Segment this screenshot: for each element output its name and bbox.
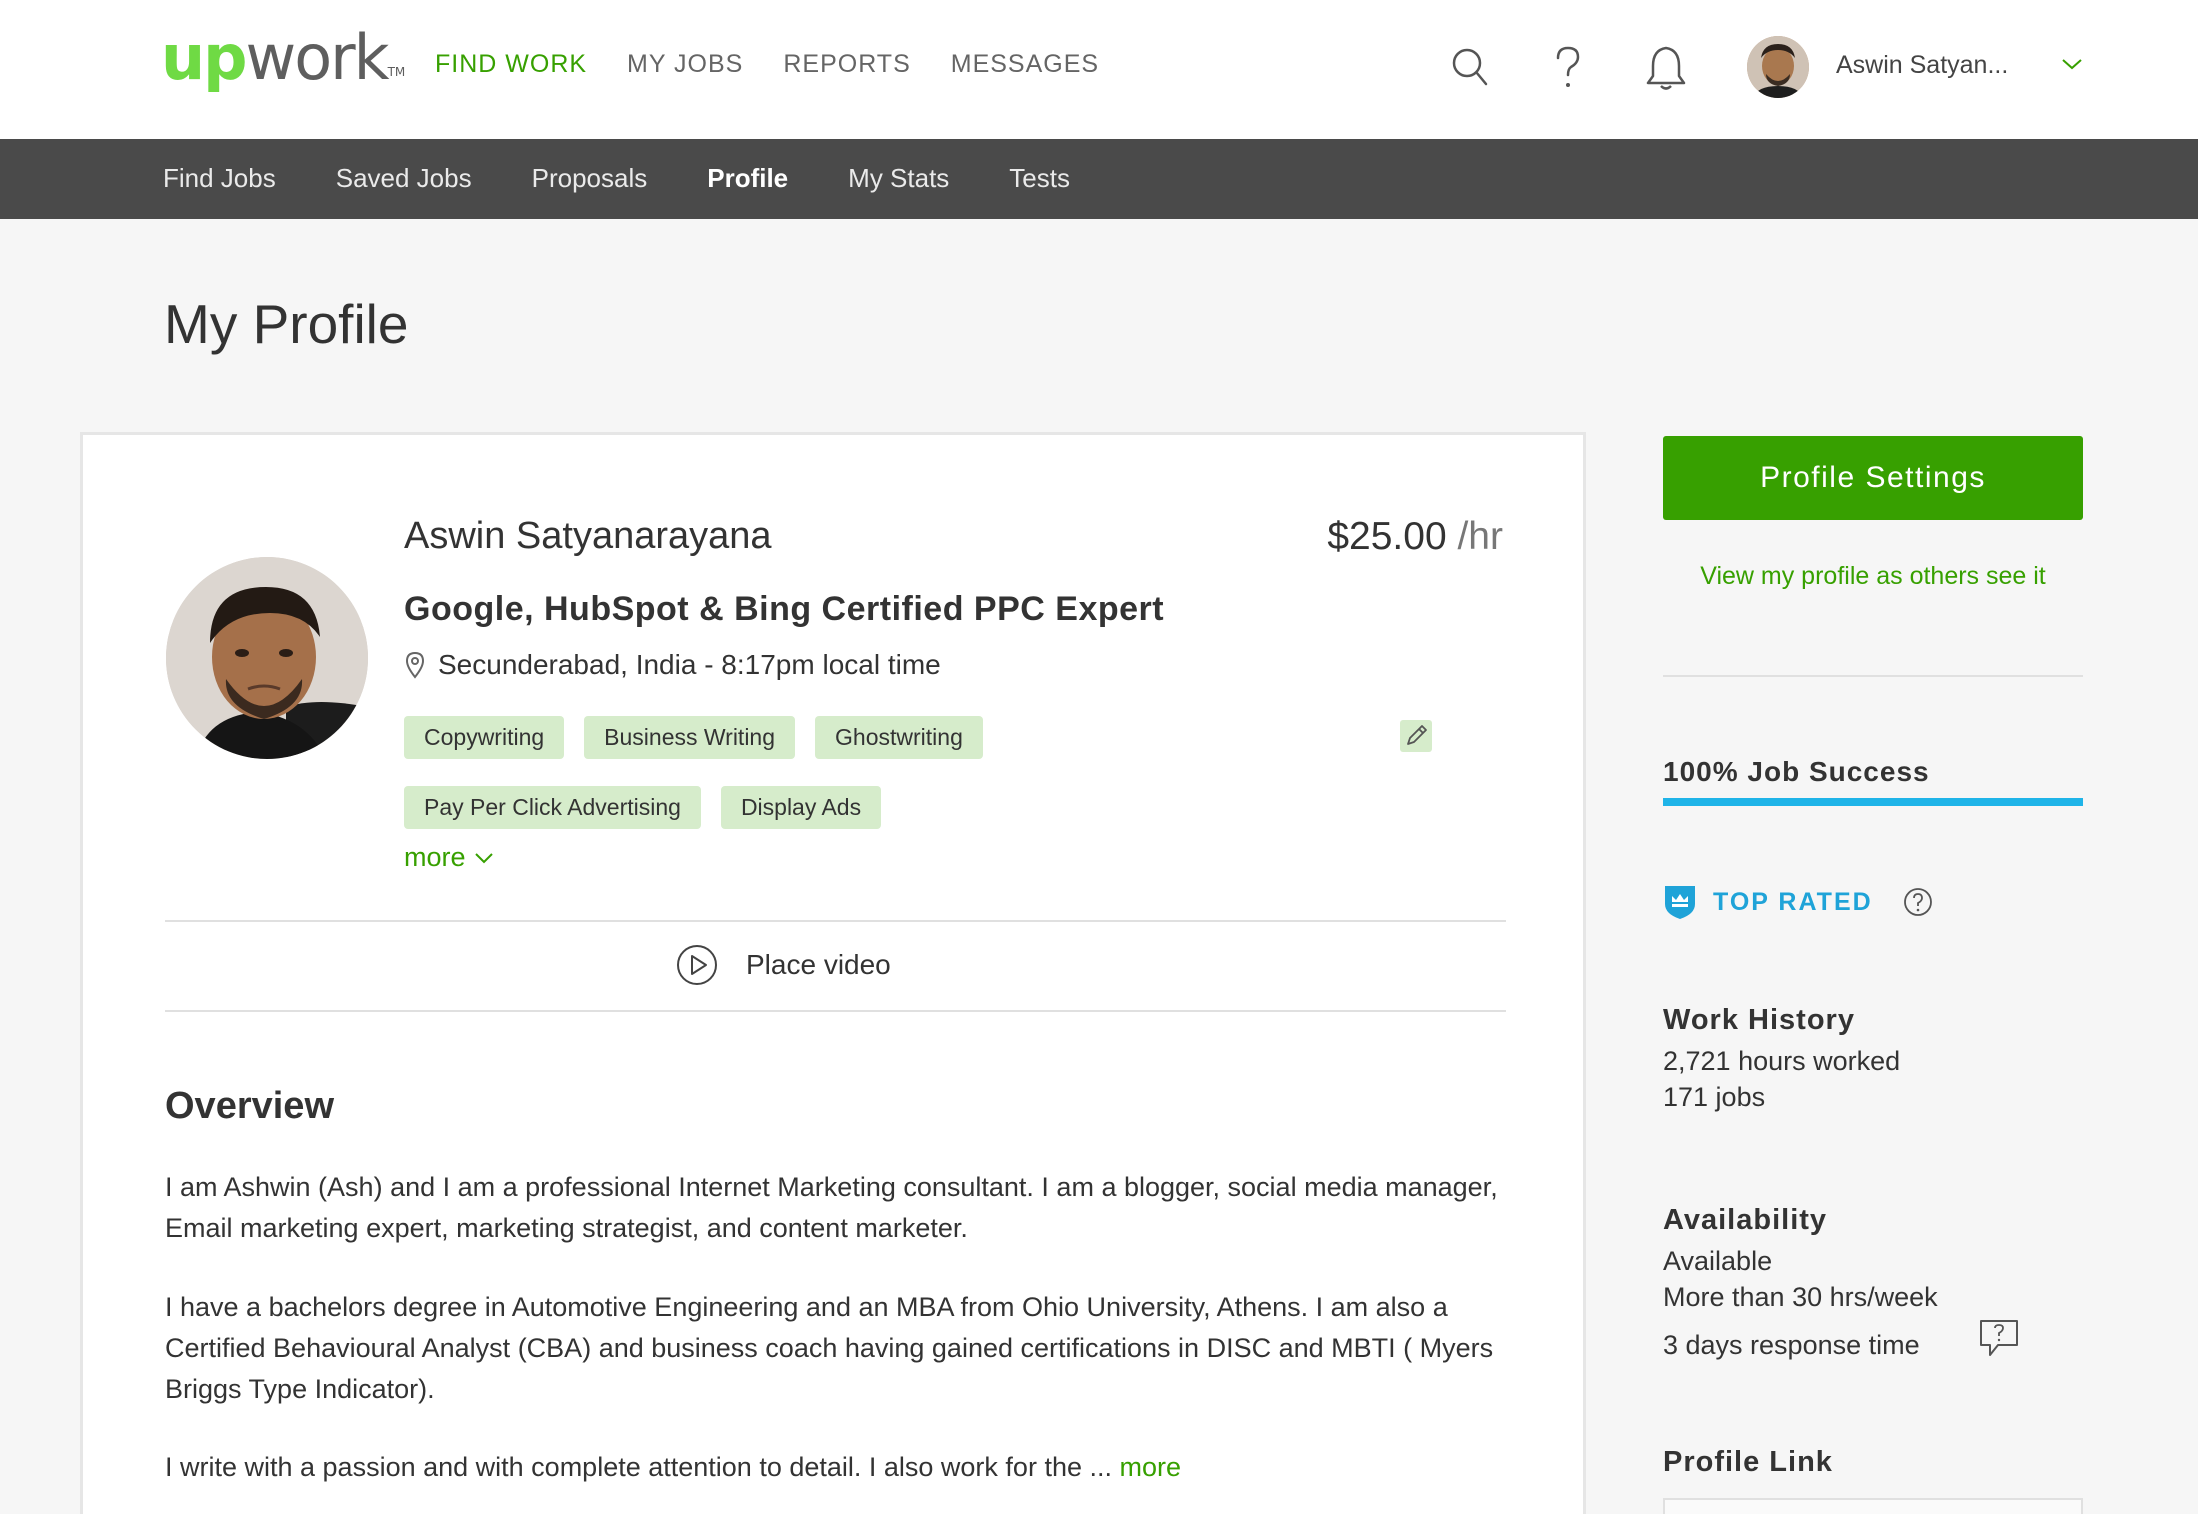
response-time: 3 days response time xyxy=(1663,1330,1920,1360)
subnav-my-stats[interactable]: My Stats xyxy=(848,163,949,194)
place-video-label: Place video xyxy=(746,949,891,980)
job-success-label: 100% Job Success xyxy=(1663,756,1930,787)
page-title: My Profile xyxy=(164,293,409,355)
top-navbar: upworkTM FIND WORK MY JOBS REPORTS MESSA… xyxy=(0,0,2198,139)
logo-up-text: up xyxy=(161,21,248,94)
play-icon xyxy=(677,945,717,985)
divider xyxy=(165,920,1506,922)
subnav-proposals[interactable]: Proposals xyxy=(532,163,648,194)
skill-tag[interactable]: Ghostwriting xyxy=(815,716,983,759)
freelancer-name: Aswin Satyanarayana xyxy=(404,515,772,557)
skill-tag[interactable]: Display Ads xyxy=(720,786,882,829)
overview-paragraph: I write with a passion and with complete… xyxy=(165,1447,1505,1488)
bell-icon[interactable] xyxy=(1644,42,1688,92)
job-success-fill xyxy=(1663,798,2083,806)
pencil-icon xyxy=(1407,725,1427,745)
skill-tag[interactable]: Copywriting xyxy=(404,716,565,759)
jobs-count: 171 jobs xyxy=(1663,1082,1766,1112)
subnav-profile[interactable]: Profile xyxy=(707,163,788,194)
top-rated-badge: TOP RATED xyxy=(1663,884,1933,920)
top-rated-shield-icon xyxy=(1665,886,1695,919)
nav-find-work[interactable]: FIND WORK xyxy=(435,50,587,79)
profile-link-title: Profile Link xyxy=(1663,1446,1833,1478)
view-profile-link[interactable]: View my profile as others see it xyxy=(1663,562,2083,591)
overview-title: Overview xyxy=(165,1085,334,1127)
nav-reports[interactable]: REPORTS xyxy=(783,50,910,79)
chevron-down-icon xyxy=(474,852,493,863)
profile-headline: Google, HubSpot & Bing Certified PPC Exp… xyxy=(404,590,1165,628)
subnav-saved-jobs[interactable]: Saved Jobs xyxy=(336,163,472,194)
job-success-bar xyxy=(1663,798,2083,806)
overview-paragraph-text: I write with a passion and with complete… xyxy=(165,1452,1112,1482)
chevron-down-icon[interactable] xyxy=(2060,56,2084,72)
main-nav: FIND WORK MY JOBS REPORTS MESSAGES xyxy=(435,50,1099,79)
nav-messages[interactable]: MESSAGES xyxy=(951,50,1099,79)
profile-link-field[interactable] xyxy=(1663,1498,2083,1514)
skill-tag[interactable]: Business Writing xyxy=(584,716,796,759)
rate-value: $25.00 xyxy=(1327,515,1447,558)
nav-my-jobs[interactable]: MY JOBS xyxy=(627,50,743,79)
profile-card: Aswin Satyanarayana $25.00 /hr Google, H… xyxy=(80,432,1586,1514)
skill-tag[interactable]: Pay Per Click Advertising xyxy=(404,786,701,829)
user-name[interactable]: Aswin Satyan... xyxy=(1836,51,2008,80)
help-circle-icon[interactable] xyxy=(1903,887,1933,917)
work-history-title: Work History xyxy=(1663,1004,1855,1036)
user-avatar[interactable] xyxy=(1747,36,1809,98)
more-skills-label: more xyxy=(404,842,466,872)
search-icon[interactable] xyxy=(1448,42,1492,92)
location-row: Secunderabad, India - 8:17pm local time xyxy=(404,649,941,681)
profile-settings-button[interactable]: Profile Settings xyxy=(1663,436,2083,520)
edit-skills-button[interactable] xyxy=(1400,720,1432,752)
overview-paragraph: I am Ashwin (Ash) and I am a professiona… xyxy=(165,1172,1498,1243)
sidebar-divider xyxy=(1663,675,2083,677)
overview-more-link[interactable]: more xyxy=(1112,1452,1181,1482)
skills-list: Copywriting Business Writing Ghostwritin… xyxy=(404,716,1104,829)
availability-title: Availability xyxy=(1663,1204,1828,1236)
subnav-find-jobs[interactable]: Find Jobs xyxy=(163,163,276,194)
logo-tm: TM xyxy=(387,65,406,79)
top-rated-label: TOP RATED xyxy=(1713,887,1873,916)
upwork-logo[interactable]: upworkTM xyxy=(161,22,405,94)
rate-unit: /hr xyxy=(1446,515,1503,558)
availability-status: Available xyxy=(1663,1246,1773,1276)
location-text: Secunderabad, India - 8:17pm local time xyxy=(438,649,941,680)
overview-paragraph: I have a bachelors degree in Automotive … xyxy=(165,1292,1494,1404)
hourly-rate: $25.00 /hr xyxy=(1327,515,1503,559)
response-time-help-icon[interactable] xyxy=(1978,1318,2020,1360)
hours-worked: 2,721 hours worked xyxy=(1663,1046,1901,1076)
divider xyxy=(165,1010,1506,1012)
subnav-tests[interactable]: Tests xyxy=(1009,163,1070,194)
place-video-button[interactable]: Place video xyxy=(676,944,891,986)
profile-photo[interactable] xyxy=(166,557,368,759)
help-icon[interactable] xyxy=(1546,42,1590,92)
sub-navbar: Find Jobs Saved Jobs Proposals Profile M… xyxy=(0,139,2198,219)
more-skills-link[interactable]: more xyxy=(404,842,494,873)
logo-work-text: work xyxy=(245,21,390,94)
availability-hours: More than 30 hrs/week xyxy=(1663,1282,1938,1312)
location-pin-icon xyxy=(405,651,425,679)
